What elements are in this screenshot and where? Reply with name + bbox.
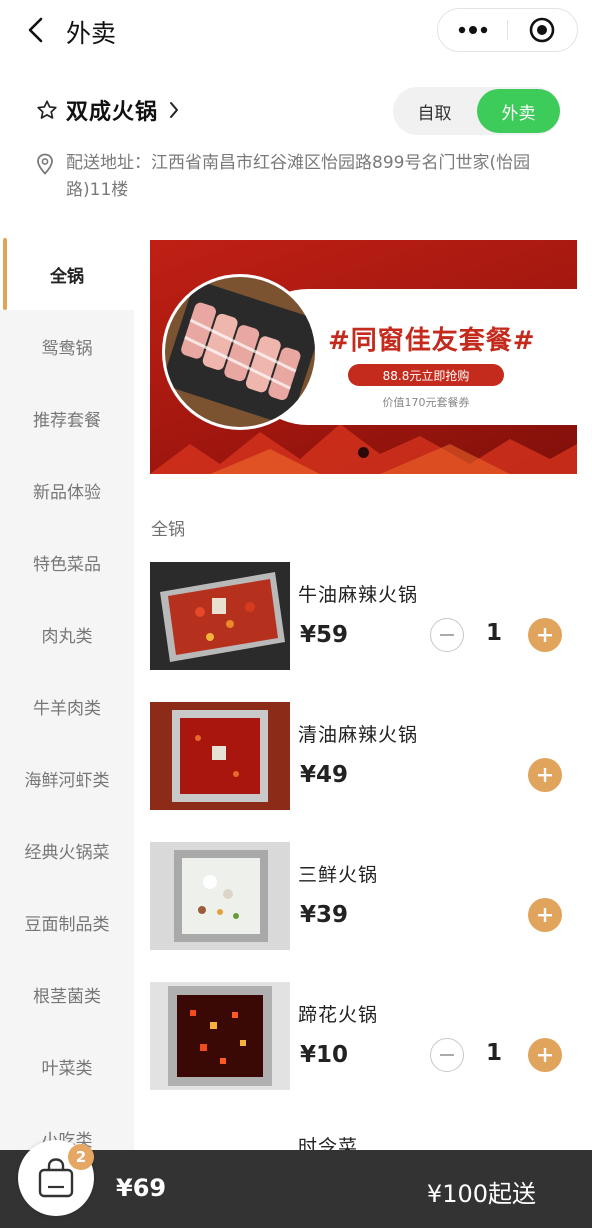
close-mini-program-button[interactable] (508, 9, 577, 51)
increase-quantity-button[interactable] (528, 618, 562, 652)
product-price: ¥49 (300, 762, 349, 788)
store-header: 双成火锅 自取 外卖 配送地址：江西省南昌市红谷滩区怡园路899号名门世家(怡园… (0, 64, 592, 230)
chevron-right-icon (170, 102, 179, 118)
banner-buy-button[interactable]: 88.8元立即抢购 (348, 364, 504, 386)
sidebar-item-beef-lamb[interactable]: 牛羊肉类 (0, 670, 134, 742)
delivery-address: 配送地址：江西省南昌市红谷滩区怡园路899号名门世家(怡园路)11楼 (36, 150, 556, 204)
plus-icon (538, 628, 552, 642)
mode-delivery-option[interactable]: 外卖 (477, 89, 560, 133)
product-image (150, 982, 290, 1090)
increase-quantity-button[interactable] (528, 1038, 562, 1072)
quantity-value: 1 (485, 1040, 502, 1066)
more-dots-icon (458, 26, 487, 34)
cart-total: ¥69 (116, 1174, 167, 1202)
mode-pickup-option[interactable]: 自取 (393, 89, 476, 133)
back-button[interactable] (18, 12, 54, 48)
plus-icon (538, 1048, 552, 1062)
minus-icon (440, 634, 454, 636)
store-name-link[interactable]: 双成火锅 (36, 94, 180, 126)
product-item[interactable]: 牛油麻辣火锅 ¥59 1 (150, 562, 580, 670)
cart-count-badge: 2 (68, 1144, 94, 1170)
min-order-amount[interactable]: ¥100起送 (427, 1174, 536, 1209)
increase-quantity-button[interactable] (528, 758, 562, 792)
sidebar-item-tofu-noodles[interactable]: 豆面制品类 (0, 886, 134, 958)
product-image (150, 562, 290, 670)
target-circle-icon (530, 17, 555, 43)
minus-icon (440, 1054, 454, 1056)
delivery-mode-toggle: 自取 外卖 (393, 87, 560, 135)
quantity-value: 1 (485, 620, 502, 646)
top-nav-bar: 外卖 (0, 0, 592, 64)
more-button[interactable] (438, 9, 507, 51)
product-item[interactable]: 清油麻辣火锅 ¥49 (150, 702, 580, 810)
decrease-quantity-button[interactable] (430, 618, 464, 652)
plus-icon (538, 768, 552, 782)
sidebar-item-new-products[interactable]: 新品体验 (0, 454, 134, 526)
sidebar-item-classic-hotpot[interactable]: 经典火锅菜 (0, 814, 134, 886)
increase-quantity-button[interactable] (528, 898, 562, 932)
page-title: 外卖 (66, 19, 117, 48)
sidebar-item-all-pots[interactable]: 全锅 (0, 238, 134, 310)
promo-banner[interactable]: #同窗佳友套餐# 88.8元立即抢购 价值170元套餐券 (150, 240, 577, 474)
sidebar-item-roots-mushrooms[interactable]: 根茎菌类 (0, 958, 134, 1030)
product-name: 三鲜火锅 (298, 864, 379, 886)
product-price: ¥10 (300, 1042, 349, 1068)
plus-icon (538, 908, 552, 922)
product-name: 蹄花火锅 (298, 1004, 379, 1026)
product-item[interactable]: 蹄花火锅 ¥10 1 (150, 982, 580, 1090)
sidebar-item-meatballs[interactable]: 肉丸类 (0, 598, 134, 670)
chevron-left-icon (28, 17, 43, 43)
mini-program-capsule (437, 8, 578, 52)
meat-platter-image (162, 274, 318, 430)
product-price: ¥59 (300, 622, 349, 648)
section-title: 全锅 (151, 520, 185, 540)
star-outline-icon[interactable] (36, 99, 58, 121)
sidebar-item-leafy-greens[interactable]: 叶菜类 (0, 1030, 134, 1102)
product-image (150, 842, 290, 950)
location-pin-icon (37, 153, 53, 175)
decrease-quantity-button[interactable] (430, 1038, 464, 1072)
banner-title: #同窗佳友套餐# (328, 326, 536, 356)
product-image (150, 702, 290, 810)
product-item[interactable]: 三鲜火锅 ¥39 (150, 842, 580, 950)
address-text: 配送地址：江西省南昌市红谷滩区怡园路899号名门世家(怡园路)11楼 (66, 153, 531, 200)
banner-page-indicator (358, 447, 369, 458)
product-name: 清油麻辣火锅 (298, 724, 419, 746)
product-price: ¥39 (300, 902, 349, 928)
category-sidebar: 全锅 鸳鸯锅 推荐套餐 新品体验 特色菜品 肉丸类 牛羊肉类 海鲜河虾类 经典火… (0, 238, 134, 1150)
sidebar-item-yuanyang-pot[interactable]: 鸳鸯锅 (0, 310, 134, 382)
store-name: 双成火锅 (66, 100, 159, 125)
banner-subtitle: 价值170元套餐券 (382, 396, 470, 409)
sidebar-item-recommended-sets[interactable]: 推荐套餐 (0, 382, 134, 454)
sidebar-item-seafood[interactable]: 海鲜河虾类 (0, 742, 134, 814)
product-name: 牛油麻辣火锅 (298, 584, 419, 606)
sidebar-item-specialty-dishes[interactable]: 特色菜品 (0, 526, 134, 598)
